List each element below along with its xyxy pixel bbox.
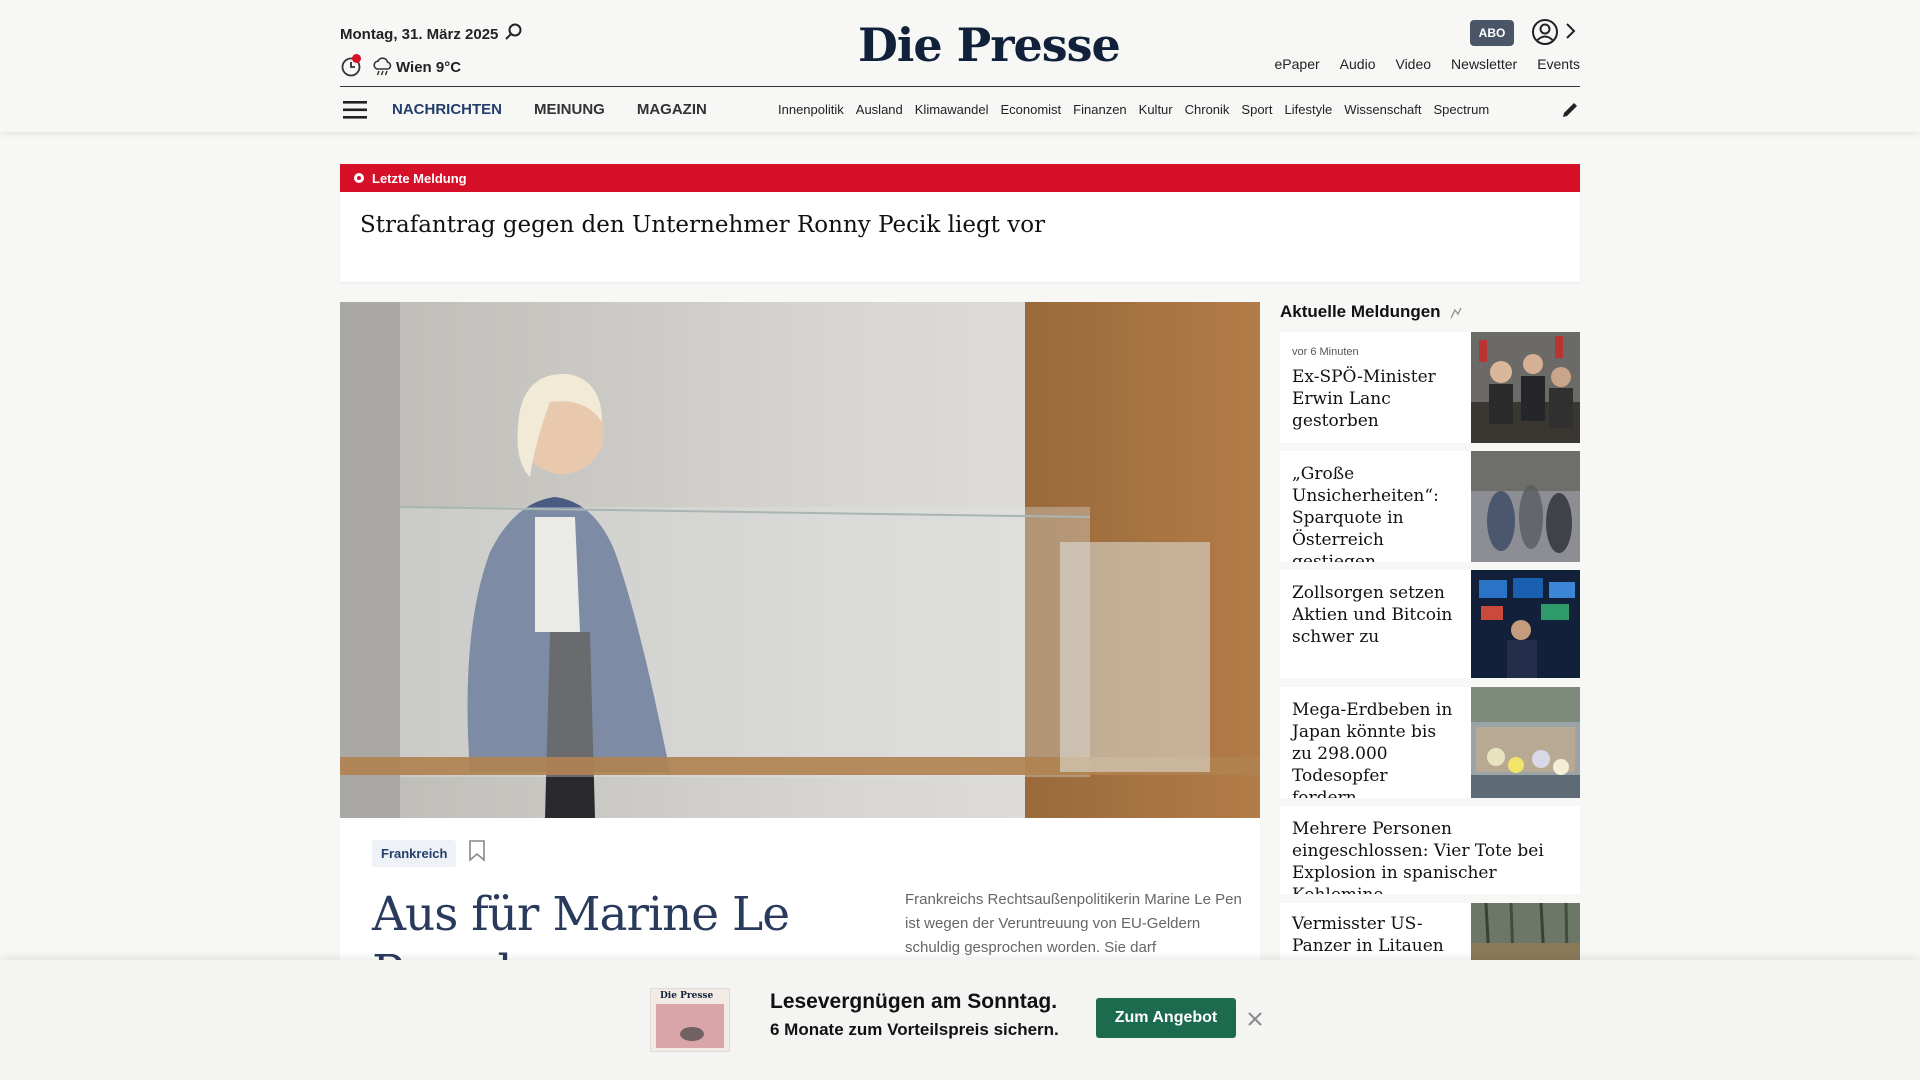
- hero-photo: [340, 302, 1260, 818]
- user-account-icon[interactable]: [1531, 18, 1559, 46]
- zum-angebot-button[interactable]: Zum Angebot: [1096, 998, 1236, 1038]
- promo-mini-logo: Die Presse: [660, 991, 714, 1001]
- subnav-innenpolitik[interactable]: Innenpolitik: [778, 102, 844, 117]
- site-header: Montag, 31. März 2025 Wien 9°C Die Press…: [0, 0, 1920, 132]
- subnav-fade: [1500, 96, 1544, 124]
- news-title[interactable]: „Große Unsicherheiten“: Sparquote in Öst…: [1292, 463, 1457, 562]
- hero-teaser: Frankreichs Rechtsaußenpolitikerin Marin…: [905, 891, 1242, 956]
- news-thumbnail: [1471, 570, 1580, 678]
- news-item[interactable]: Mega-Erdbeben in Japan könnte bis zu 298…: [1280, 687, 1580, 798]
- news-title[interactable]: Mega-Erdbeben in Japan könnte bis zu 298…: [1292, 699, 1457, 798]
- news-thumbnail: [1471, 687, 1580, 798]
- sidebar-title-text: Aktuelle Meldungen: [1280, 302, 1441, 321]
- news-title[interactable]: Zollsorgen setzen Aktien und Bitcoin sch…: [1292, 582, 1457, 648]
- breaking-title[interactable]: Strafantrag gegen den Unternehmer Ronny …: [360, 212, 1045, 238]
- subscription-promo-banner: Die Presse Lesevergnügen am Sonntag. 6 M…: [0, 960, 1920, 1080]
- pencil-icon[interactable]: [1560, 100, 1580, 120]
- news-item[interactable]: vor 6 Minuten Ex-SPÖ-Minister Erwin Lanc…: [1280, 332, 1580, 443]
- news-item[interactable]: Mehrere Personen eingeschlossen: Vier To…: [1280, 806, 1580, 894]
- subnav-ausland[interactable]: Ausland: [856, 102, 903, 117]
- current-date: Montag, 31. März 2025: [340, 26, 499, 43]
- search-icon[interactable]: [504, 22, 524, 42]
- news-item[interactable]: „Große Unsicherheiten“: Sparquote in Öst…: [1280, 451, 1580, 562]
- news-thumbnail: [1471, 903, 1580, 960]
- news-item[interactable]: Zollsorgen setzen Aktien und Bitcoin sch…: [1280, 570, 1580, 678]
- news-title[interactable]: Ex-SPÖ-Minister Erwin Lanc gestorben: [1292, 366, 1457, 432]
- sub-nav: Innenpolitik Ausland Klimawandel Economi…: [778, 102, 1540, 117]
- header-divider: [340, 86, 1580, 87]
- notification-dot: [352, 54, 361, 63]
- site-logo[interactable]: Die Presse: [858, 18, 1121, 72]
- close-icon[interactable]: [1246, 1010, 1264, 1028]
- hamburger-menu-icon[interactable]: [343, 100, 367, 120]
- top-link-video[interactable]: Video: [1395, 56, 1431, 72]
- live-dot-icon: [354, 173, 364, 183]
- news-title[interactable]: Mehrere Personen eingeschlossen: Vier To…: [1292, 818, 1572, 894]
- top-link-events[interactable]: Events: [1537, 56, 1580, 72]
- hero-image[interactable]: [340, 302, 1260, 818]
- subnav-chronik[interactable]: Chronik: [1185, 102, 1230, 117]
- chevron-right-icon[interactable]: [1563, 22, 1577, 40]
- news-thumbnail: [1471, 451, 1580, 562]
- subnav-economist[interactable]: Economist: [1000, 102, 1061, 117]
- subnav-lifestyle[interactable]: Lifestyle: [1285, 102, 1333, 117]
- abo-button[interactable]: ABO: [1470, 20, 1514, 46]
- news-time: vor 6 Minuten: [1292, 346, 1359, 358]
- nav-magazin[interactable]: MAGAZIN: [637, 101, 707, 118]
- weather-text[interactable]: Wien 9°C: [396, 59, 461, 76]
- nav-nachrichten[interactable]: NACHRICHTEN: [392, 101, 502, 118]
- subnav-finanzen[interactable]: Finanzen: [1073, 102, 1126, 117]
- breaking-news-bar: Letzte Meldung: [340, 164, 1580, 192]
- promo-title: Lesevergnügen am Sonntag.: [770, 990, 1058, 1013]
- breaking-label: Letzte Meldung: [372, 170, 467, 186]
- subnav-spectrum[interactable]: Spectrum: [1434, 102, 1490, 117]
- sidebar-title: Aktuelle Meldungen: [1280, 302, 1463, 322]
- nav-meinung[interactable]: MEINUNG: [534, 101, 605, 118]
- bookmark-icon[interactable]: [468, 840, 486, 862]
- category-tag[interactable]: Frankreich: [372, 840, 457, 867]
- top-link-epaper[interactable]: ePaper: [1275, 56, 1320, 72]
- subnav-sport[interactable]: Sport: [1241, 102, 1272, 117]
- news-item[interactable]: Vermisster US-Panzer in Litauen: [1280, 903, 1580, 960]
- top-link-audio[interactable]: Audio: [1340, 56, 1376, 72]
- promo-subtitle: 6 Monate zum Vorteilspreis sichern.: [770, 1020, 1059, 1039]
- news-title[interactable]: Vermisster US-Panzer in Litauen: [1292, 913, 1457, 957]
- main-nav: NACHRICHTEN MEINUNG MAGAZIN: [392, 101, 707, 118]
- top-link-newsletter[interactable]: Newsletter: [1451, 56, 1517, 72]
- breaking-news-box[interactable]: Letzte Meldung Strafantrag gegen den Unt…: [340, 164, 1580, 282]
- top-links: ePaper Audio Video Newsletter Events: [1275, 56, 1580, 72]
- subnav-klimawandel[interactable]: Klimawandel: [915, 102, 989, 117]
- pulse-icon: [1450, 307, 1462, 318]
- subnav-kultur[interactable]: Kultur: [1139, 102, 1173, 117]
- subnav-wissenschaft[interactable]: Wissenschaft: [1344, 102, 1421, 117]
- news-thumbnail: [1471, 332, 1580, 443]
- rain-cloud-icon: [373, 57, 392, 76]
